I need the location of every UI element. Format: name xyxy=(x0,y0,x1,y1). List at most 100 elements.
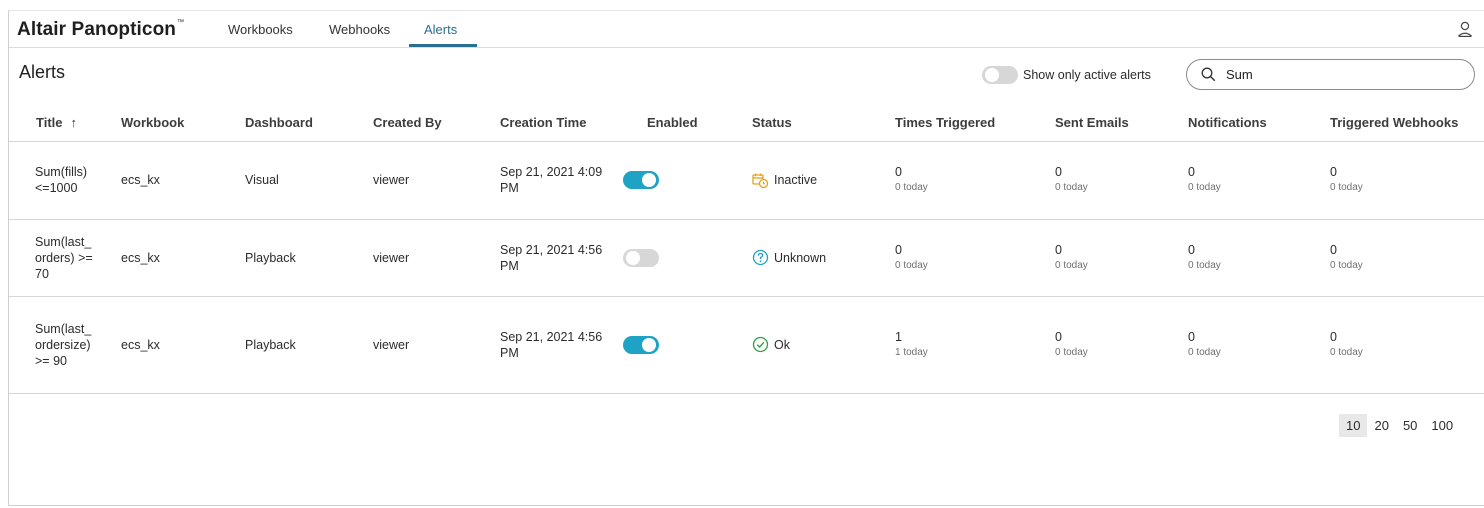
toggle-knob xyxy=(642,173,656,187)
cell-times-triggered: 0 0 today xyxy=(895,141,1055,220)
page-size-100[interactable]: 100 xyxy=(1424,414,1460,437)
user-icon[interactable] xyxy=(1457,20,1473,38)
col-creation-time[interactable]: Creation Time xyxy=(500,105,625,142)
calendar-clock-icon xyxy=(752,173,769,188)
status-text: Ok xyxy=(774,337,790,352)
enabled-toggle[interactable] xyxy=(623,335,659,354)
alert-title: Sum(last_orders) >=70 xyxy=(35,234,93,281)
cell-times-triggered: 1 1 today xyxy=(895,296,1055,394)
notifications-today: 0 today xyxy=(1188,182,1221,193)
col-dashboard[interactable]: Dashboard xyxy=(245,105,373,142)
cell-title: Sum(fills) <=1000 xyxy=(9,141,121,220)
table-row[interactable]: Sum(fills) <=1000 ecs_kx Visual viewer S… xyxy=(9,141,1484,220)
times-triggered-today: 0 today xyxy=(895,259,928,271)
times-triggered-value: 0 xyxy=(895,165,902,179)
col-status[interactable]: Status xyxy=(752,105,895,142)
cell-workbook: ecs_kx xyxy=(121,296,245,394)
sort-ascending-icon: ↑ xyxy=(70,114,78,130)
cell-enabled xyxy=(623,141,752,220)
cell-status: Unknown xyxy=(752,219,895,297)
enabled-toggle[interactable] xyxy=(623,248,659,267)
col-times-triggered[interactable]: Times Triggered xyxy=(895,105,1055,142)
app-frame: Altair Panopticon™ Workbooks Webhooks Al… xyxy=(8,10,1484,506)
sent-emails-today: 0 today xyxy=(1055,346,1088,358)
toggle-knob xyxy=(626,250,640,265)
page-title: Alerts xyxy=(19,62,66,82)
cell-created-by: viewer xyxy=(373,296,500,394)
col-notifications[interactable]: Notifications xyxy=(1188,105,1330,142)
brand-logo: Altair Panopticon™ xyxy=(17,19,184,41)
status-indicator: Inactive xyxy=(752,172,895,189)
page-size-50[interactable]: 50 xyxy=(1396,414,1424,437)
notifications-value: 0 xyxy=(1188,242,1195,257)
notifications-value: 0 xyxy=(1188,329,1195,344)
active-tab-indicator xyxy=(409,44,477,47)
enabled-toggle[interactable] xyxy=(623,171,659,189)
cell-sent-emails: 0 0 today xyxy=(1055,296,1188,394)
table-row[interactable]: Sum(last_ordersize) >= 90 ecs_kx Playbac… xyxy=(9,296,1484,394)
tab-alerts[interactable]: Alerts xyxy=(424,22,457,37)
status-text: Unknown xyxy=(774,250,827,265)
tab-webhooks[interactable]: Webhooks xyxy=(329,22,390,37)
sent-emails-value: 0 xyxy=(1055,329,1062,344)
cell-triggered-webhooks: 0 0 today xyxy=(1330,141,1484,220)
brand-trademark: ™ xyxy=(177,19,185,26)
alerts-table: Title ↑ Workbook Dashboard Created By Cre… xyxy=(9,105,1484,394)
triggered-webhooks-today: 0 today xyxy=(1330,346,1363,358)
question-circle-icon xyxy=(752,249,769,266)
cell-sent-emails: 0 0 today xyxy=(1055,219,1188,297)
table-row[interactable]: Sum(last_orders) >=70 ecs_kx Playback vi… xyxy=(9,219,1484,297)
sent-emails-value: 0 xyxy=(1055,165,1062,179)
cell-creation-time: Sep 21, 2021 4:56 PM xyxy=(500,296,625,394)
cell-dashboard: Visual xyxy=(245,141,373,220)
cell-workbook: ecs_kx xyxy=(121,141,245,220)
cell-status: Inactive xyxy=(752,141,895,220)
triggered-webhooks-value: 0 xyxy=(1330,165,1337,179)
toggle-knob xyxy=(985,68,999,82)
col-title[interactable]: Title ↑ xyxy=(9,105,121,142)
page-size-20[interactable]: 20 xyxy=(1367,414,1395,437)
toggle-knob xyxy=(642,337,656,352)
col-enabled[interactable]: Enabled xyxy=(625,105,752,142)
active-alerts-label: Show only active alerts xyxy=(1023,68,1151,82)
cell-creation-time: Sep 21, 2021 4:56 PM xyxy=(500,219,625,297)
search-icon xyxy=(1201,67,1216,82)
col-workbook[interactable]: Workbook xyxy=(121,105,245,142)
check-circle-icon xyxy=(752,336,769,353)
cell-creation-time: Sep 21, 2021 4:09 PM xyxy=(500,141,625,220)
cell-enabled xyxy=(623,219,752,297)
cell-dashboard: Playback xyxy=(245,219,373,297)
col-triggered-webhooks[interactable]: Triggered Webhooks xyxy=(1330,105,1484,142)
times-triggered-value: 1 xyxy=(895,329,902,344)
times-triggered-today: 1 today xyxy=(895,346,928,358)
cell-times-triggered: 0 0 today xyxy=(895,219,1055,297)
times-triggered-value: 0 xyxy=(895,242,902,257)
triggered-webhooks-value: 0 xyxy=(1330,242,1337,257)
sent-emails-today: 0 today xyxy=(1055,182,1088,193)
cell-enabled xyxy=(623,296,752,394)
table-header-row: Title ↑ Workbook Dashboard Created By Cre… xyxy=(9,105,1484,142)
cell-notifications: 0 0 today xyxy=(1188,141,1330,220)
times-triggered-today: 0 today xyxy=(895,182,928,193)
col-sent-emails[interactable]: Sent Emails xyxy=(1055,105,1188,142)
notifications-value: 0 xyxy=(1188,165,1195,179)
col-created-by[interactable]: Created By xyxy=(373,105,500,142)
cell-title: Sum(last_orders) >=70 xyxy=(9,219,121,297)
status-indicator: Unknown xyxy=(752,249,895,266)
active-alerts-filter[interactable]: Show only active alerts xyxy=(982,65,1151,85)
notifications-today: 0 today xyxy=(1188,346,1221,358)
notifications-today: 0 today xyxy=(1188,259,1221,271)
tab-workbooks[interactable]: Workbooks xyxy=(228,22,293,37)
cell-notifications: 0 0 today xyxy=(1188,296,1330,394)
search-input[interactable] xyxy=(1226,67,1446,82)
page-size-10[interactable]: 10 xyxy=(1339,414,1368,437)
active-alerts-toggle[interactable] xyxy=(982,66,1018,84)
cell-workbook: ecs_kx xyxy=(121,219,245,297)
creation-time-text: Sep 21, 2021 4:56 PM xyxy=(500,242,603,273)
brand-name: Altair Panopticon xyxy=(17,19,176,40)
page-size-selector: 10 20 50 100 xyxy=(1339,414,1460,437)
cell-created-by: viewer xyxy=(373,219,500,297)
cell-notifications: 0 0 today xyxy=(1188,219,1330,297)
cell-triggered-webhooks: 0 0 today xyxy=(1330,219,1484,297)
search-box[interactable] xyxy=(1186,59,1475,90)
